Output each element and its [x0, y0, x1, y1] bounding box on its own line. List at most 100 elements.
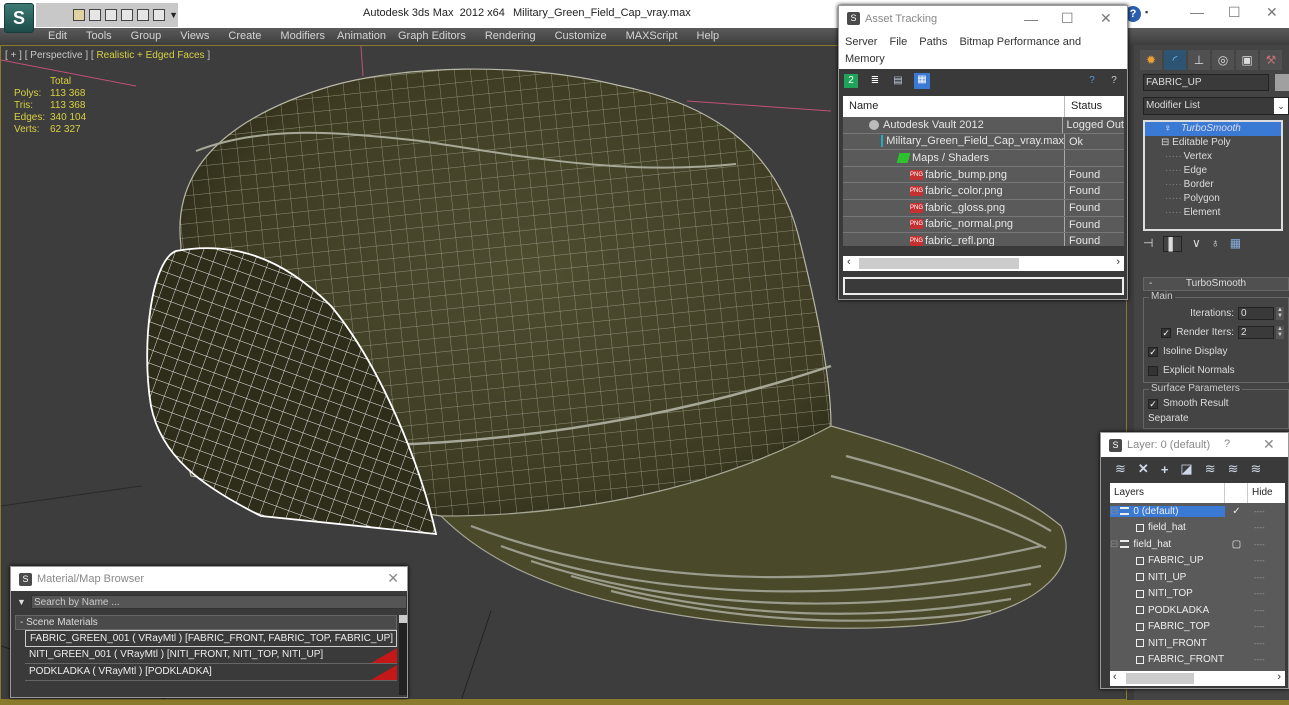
scroll-left-icon[interactable]: ‹ — [847, 256, 851, 268]
context-help-icon[interactable]: ? — [1107, 74, 1121, 88]
material-item[interactable]: NITI_GREEN_001 ( VRayMtl ) [NITI_FRONT, … — [25, 647, 397, 664]
menu-group[interactable]: Group — [131, 28, 162, 45]
remove-modifier-icon[interactable]: ♁ — [1211, 236, 1220, 252]
stack-subitem-border[interactable]: Border — [1145, 178, 1281, 192]
spinner-arrows-icon[interactable]: ▲ ▼ — [1276, 326, 1284, 339]
fetch-icon[interactable] — [137, 9, 150, 21]
menu-server[interactable]: Server — [845, 36, 877, 48]
asset-tracking-title-bar[interactable]: S Asset Tracking — ☐ ✕ — [839, 6, 1127, 31]
search-options-icon[interactable]: ▼ — [17, 597, 26, 607]
collapse-icon[interactable]: ⊟ — [1161, 137, 1172, 148]
delete-layer-icon[interactable]: ✕ — [1138, 461, 1149, 477]
asset-row[interactable]: Maps / Shaders — [843, 150, 1124, 167]
column-status[interactable]: Status — [1065, 96, 1102, 117]
help-icon[interactable]: ? — [1085, 74, 1099, 88]
object-name-field[interactable]: FABRIC_UP — [1143, 74, 1269, 91]
scroll-left-icon[interactable]: ‹ — [1113, 671, 1117, 683]
menu-paths[interactable]: Paths — [919, 36, 947, 48]
smooth-result-checkbox[interactable]: ✓ — [1148, 398, 1158, 409]
freeze-all-icon[interactable]: ≋ — [1251, 461, 1262, 477]
modify-tab-icon[interactable]: ◜ — [1164, 50, 1186, 70]
motion-tab-icon[interactable]: ◎ — [1212, 50, 1234, 70]
stack-item-turbosmooth[interactable]: ♀ TurboSmooth — [1145, 122, 1281, 136]
scroll-right-icon[interactable]: › — [1116, 256, 1120, 268]
menu-graph-editors[interactable]: Graph Editors — [398, 28, 466, 45]
layer-row[interactable]: NITI_FRONT ---- — [1110, 635, 1285, 652]
hide-toggle[interactable]: ---- — [1248, 655, 1265, 664]
scene-materials-section[interactable]: - Scene Materials — [15, 615, 397, 630]
project-folder-icon[interactable] — [153, 9, 166, 21]
menu-animation[interactable]: Animation — [337, 28, 386, 45]
column-current[interactable] — [1225, 483, 1248, 503]
horizontal-scrollbar[interactable]: ‹ › — [1110, 671, 1285, 686]
lightbulb-icon[interactable]: ♀ — [1164, 122, 1172, 136]
hide-toggle[interactable]: ---- — [1248, 573, 1265, 582]
shading-mode[interactable]: Realistic + Edged Faces — [96, 50, 204, 61]
minimize-button[interactable]: — — [1190, 4, 1204, 20]
asset-row[interactable]: PNG fabric_color.png Found — [843, 183, 1124, 200]
column-layers[interactable]: Layers — [1110, 483, 1225, 503]
save-file-icon[interactable] — [89, 9, 102, 21]
stack-item-editable-poly[interactable]: ⊟ Editable Poly — [1145, 136, 1281, 150]
iterations-spinner[interactable]: 0 — [1238, 307, 1274, 320]
pin-stack-icon[interactable]: ⊣ — [1143, 236, 1153, 252]
search-input[interactable] — [31, 595, 407, 609]
asset-row[interactable]: PNG fabric_bump.png Found — [843, 166, 1124, 184]
render-iters-spinner[interactable]: 2 — [1238, 326, 1274, 339]
close-button[interactable]: ✕ — [387, 570, 399, 587]
menu-maxscript[interactable]: MAXScript — [626, 28, 678, 45]
menu-edit[interactable]: Edit — [48, 28, 67, 45]
stack-subitem-element[interactable]: Element — [1145, 206, 1281, 220]
isoline-display-checkbox[interactable]: ✓ — [1148, 346, 1158, 357]
menu-file[interactable]: File — [889, 36, 907, 48]
hide-toggle[interactable]: ---- — [1248, 606, 1265, 615]
modifier-list-dropdown[interactable]: Modifier List ⌄ — [1143, 97, 1289, 115]
asset-row[interactable]: Autodesk Vault 2012 Logged Out — [843, 117, 1124, 134]
scroll-right-icon[interactable]: › — [1277, 671, 1281, 683]
scrollbar-thumb[interactable] — [1126, 673, 1194, 684]
layer-row[interactable]: PODKLADKA ---- — [1110, 602, 1285, 619]
configure-modifier-sets-icon[interactable]: ▦ — [1230, 236, 1241, 252]
current-layer-check[interactable]: ✓ — [1225, 506, 1248, 517]
layer-row[interactable]: NITI_TOP ---- — [1110, 586, 1285, 603]
help-dropdown-icon[interactable]: ▪ — [1145, 7, 1148, 17]
vertical-scrollbar[interactable] — [399, 615, 407, 695]
undo-icon[interactable] — [105, 9, 118, 21]
render-iters-checkbox[interactable]: ✓ — [1161, 327, 1172, 338]
layer-row[interactable]: FABRIC_FRONT ---- — [1110, 652, 1285, 669]
hide-toggle[interactable]: ---- — [1248, 589, 1265, 598]
layer-row[interactable]: ⊟ 0 (default) ✓ ---- — [1110, 503, 1285, 520]
turbosmooth-rollout-header[interactable]: - TurboSmooth — [1143, 277, 1289, 291]
menu-modifiers[interactable]: Modifiers — [280, 28, 325, 45]
hide-all-icon[interactable]: ≋ — [1228, 461, 1239, 477]
menu-rendering[interactable]: Rendering — [485, 28, 536, 45]
stack-subitem-polygon[interactable]: Polygon — [1145, 192, 1281, 206]
menu-customize[interactable]: Customize — [555, 28, 607, 45]
stack-subitem-edge[interactable]: Edge — [1145, 164, 1281, 178]
asset-row[interactable]: PNG fabric_refl.png Found — [843, 233, 1124, 246]
create-layer-icon[interactable]: ≋ — [1115, 461, 1126, 477]
create-tab-icon[interactable]: ✹ — [1140, 50, 1162, 70]
highlight-layer-icon[interactable]: ≋ — [1205, 461, 1216, 477]
menu-views[interactable]: Views — [180, 28, 209, 45]
help-button[interactable]: ? — [1224, 438, 1230, 450]
horizontal-scrollbar[interactable]: ‹ › — [843, 256, 1124, 271]
hide-toggle[interactable]: ---- — [1248, 639, 1265, 648]
show-end-result-icon[interactable]: ▌ — [1163, 236, 1182, 252]
maximize-button[interactable]: ☐ — [1228, 4, 1241, 21]
layer-row[interactable]: NITI_UP ---- — [1110, 569, 1285, 586]
stack-subitem-vertex[interactable]: Vertex — [1145, 150, 1281, 164]
menu-bitmap-performance[interactable]: Bitmap Performance and Memory — [845, 36, 1081, 65]
column-name[interactable]: Name — [843, 96, 1065, 117]
object-color-swatch[interactable] — [1275, 74, 1289, 91]
asset-row[interactable]: PNG fabric_gloss.png Found — [843, 199, 1124, 217]
close-button[interactable]: ✕ — [1100, 10, 1112, 27]
hide-toggle[interactable]: ---- — [1248, 523, 1265, 532]
layer-title-bar[interactable]: S Layer: 0 (default) ? ✕ — [1101, 433, 1288, 457]
refresh-icon[interactable]: 2 — [844, 74, 858, 88]
explicit-normals-checkbox[interactable] — [1148, 365, 1158, 376]
scrollbar-thumb[interactable] — [859, 258, 1019, 269]
asset-row[interactable]: PNG fabric_normal.png Found — [843, 216, 1124, 234]
hide-toggle[interactable]: ---- — [1248, 622, 1265, 631]
layer-row[interactable]: FABRIC_UP ---- — [1110, 553, 1285, 570]
